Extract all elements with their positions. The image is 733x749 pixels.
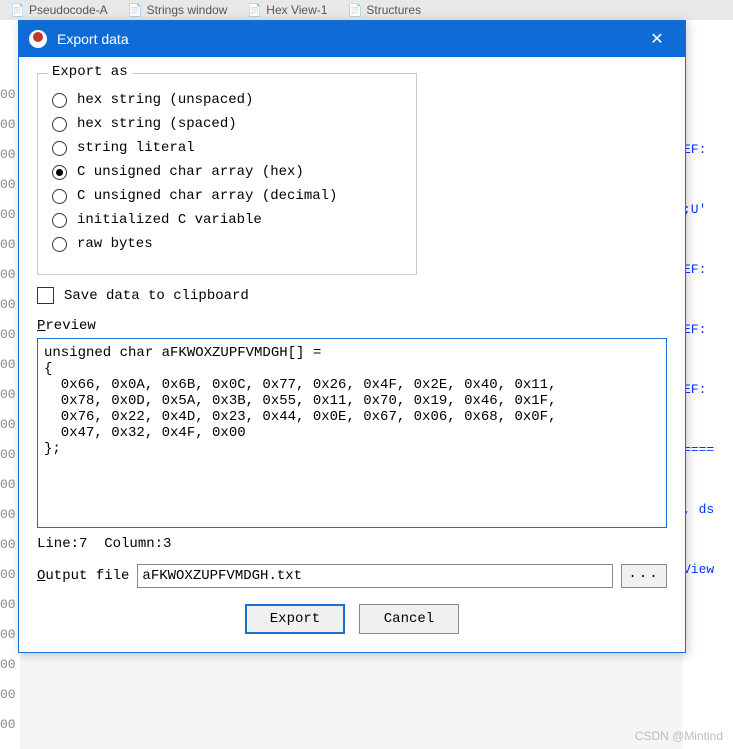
- group-legend: Export as: [48, 64, 132, 80]
- titlebar[interactable]: Export data ✕: [19, 21, 685, 57]
- bg-tab: 📄Hex View-1: [247, 3, 327, 17]
- export-format-radio[interactable]: hex string (unspaced): [52, 92, 402, 108]
- radio-icon[interactable]: [52, 93, 67, 108]
- export-format-radio[interactable]: string literal: [52, 140, 402, 156]
- background-right-gutter: EF:;U'EF:EF:EF:====, dsView: [683, 20, 733, 749]
- browse-button[interactable]: ...: [621, 564, 667, 588]
- bg-tab: 📄Pseudocode-A: [10, 3, 108, 17]
- clipboard-checkbox[interactable]: [37, 287, 54, 304]
- cancel-button[interactable]: Cancel: [359, 604, 459, 634]
- bg-tab: 📄Structures: [347, 3, 421, 17]
- radio-label: initialized C variable: [77, 212, 262, 228]
- radio-icon[interactable]: [52, 117, 67, 132]
- radio-label: raw bytes: [77, 236, 153, 252]
- background-tabs: 📄Pseudocode-A 📄Strings window 📄Hex View-…: [0, 0, 733, 20]
- radio-icon[interactable]: [52, 165, 67, 180]
- radio-label: hex string (unspaced): [77, 92, 253, 108]
- export-format-radio[interactable]: initialized C variable: [52, 212, 402, 228]
- preview-label: Preview: [37, 318, 667, 334]
- radio-label: C unsigned char array (hex): [77, 164, 304, 180]
- export-format-radio[interactable]: raw bytes: [52, 236, 402, 252]
- export-format-radio[interactable]: C unsigned char array (hex): [52, 164, 402, 180]
- radio-icon[interactable]: [52, 141, 67, 156]
- bg-tab: 📄Strings window: [128, 3, 228, 17]
- radio-label: C unsigned char array (decimal): [77, 188, 337, 204]
- export-as-group: Export as hex string (unspaced)hex strin…: [37, 73, 417, 275]
- export-button[interactable]: Export: [245, 604, 345, 634]
- dialog-title: Export data: [57, 31, 639, 47]
- radio-icon[interactable]: [52, 237, 67, 252]
- radio-icon[interactable]: [52, 213, 67, 228]
- app-icon: [29, 30, 47, 48]
- export-format-radio[interactable]: hex string (spaced): [52, 116, 402, 132]
- clipboard-checkbox-row[interactable]: Save data to clipboard: [37, 287, 667, 304]
- background-left-gutter: 0000000000000000000000000000000000000000…: [0, 20, 20, 749]
- output-file-input[interactable]: [137, 564, 613, 588]
- output-file-label: Output file: [37, 568, 129, 584]
- close-icon[interactable]: ✕: [639, 29, 675, 49]
- radio-icon[interactable]: [52, 189, 67, 204]
- export-format-radio[interactable]: C unsigned char array (decimal): [52, 188, 402, 204]
- radio-label: hex string (spaced): [77, 116, 237, 132]
- clipboard-label: Save data to clipboard: [64, 288, 249, 304]
- preview-textarea[interactable]: unsigned char aFKWOXZUPFVMDGH[] = { 0x66…: [37, 338, 667, 528]
- watermark: CSDN @Mintind: [635, 729, 723, 743]
- export-dialog: Export data ✕ Export as hex string (unsp…: [18, 20, 686, 653]
- radio-label: string literal: [77, 140, 195, 156]
- status-line: Line:7 Column:3: [37, 536, 667, 552]
